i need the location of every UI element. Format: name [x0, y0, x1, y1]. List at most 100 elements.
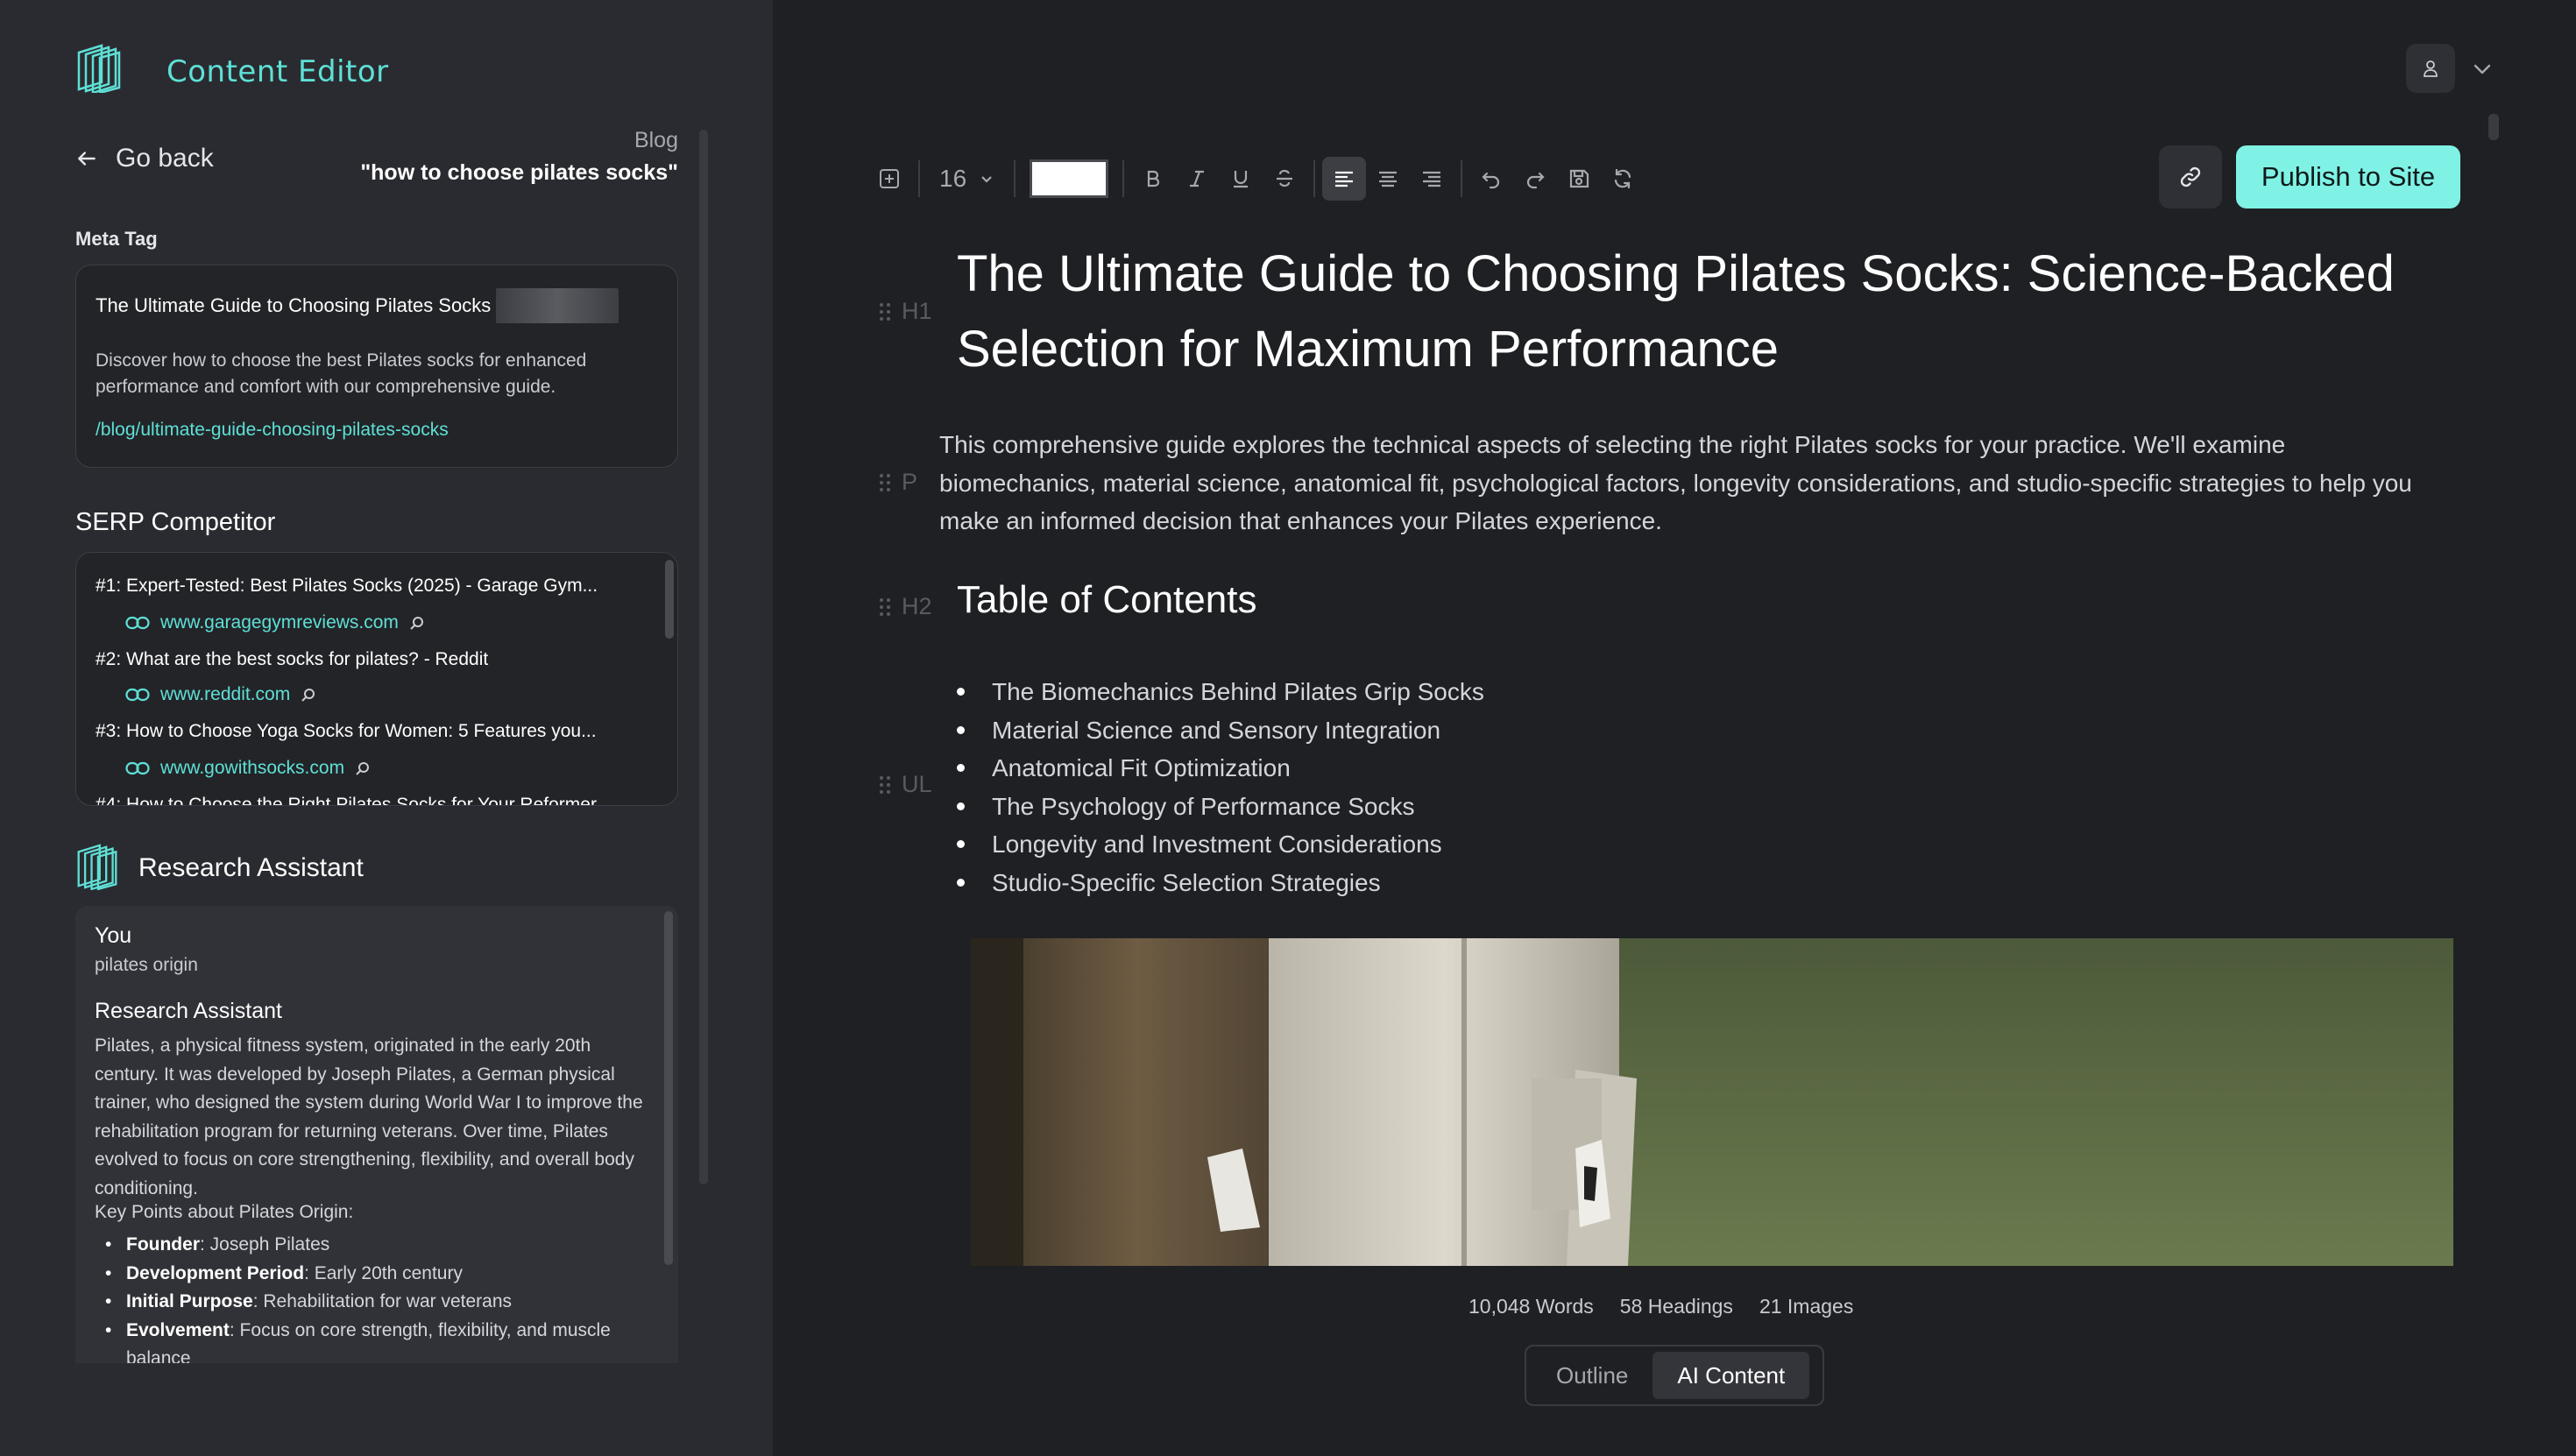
- research-assistant-logo-icon: [77, 844, 117, 890]
- heading-count: 58 Headings: [1619, 1295, 1733, 1318]
- align-right-icon: [1423, 171, 1441, 187]
- list-item[interactable]: Studio-Specific Selection Strategies: [957, 864, 1484, 902]
- list-item[interactable]: The Psychology of Performance Socks: [957, 788, 1484, 826]
- article-image[interactable]: [971, 938, 2453, 1266]
- meta-tag-label: Meta Tag: [75, 228, 158, 250]
- key-point-value: : Joseph Pilates: [200, 1234, 330, 1255]
- serp-item-title[interactable]: #1: Expert-Tested: Best Pilates Socks (2…: [96, 576, 598, 597]
- font-size-select[interactable]: 16: [927, 165, 1007, 193]
- serp-item-title[interactable]: #2: What are the best socks for pilates?…: [96, 649, 488, 670]
- text-color-picker[interactable]: [1030, 159, 1109, 198]
- serp-item-domain: www.gowithsocks.com: [160, 758, 345, 778]
- underline-icon: [1234, 171, 1249, 188]
- toc-heading[interactable]: Table of Contents: [957, 578, 1256, 622]
- serp-item-link[interactable]: www.garagegymreviews.com: [125, 612, 425, 633]
- serp-item-link[interactable]: www.gowithsocks.com: [125, 758, 371, 779]
- word-count: 10,048 Words: [1468, 1295, 1594, 1318]
- block-type-label: UL: [902, 771, 932, 797]
- list-item[interactable]: The Biomechanics Behind Pilates Grip Soc…: [957, 673, 1484, 711]
- view-mode-toggle: Outline AI Content: [1525, 1345, 1824, 1406]
- chat-bot-message: Pilates, a physical fitness system, orig…: [95, 1035, 643, 1198]
- user-avatar-button[interactable]: [2406, 44, 2455, 93]
- document-title[interactable]: The Ultimate Guide to Choosing Pilates S…: [957, 237, 2446, 387]
- search-icon[interactable]: [355, 760, 371, 776]
- insert-block-button[interactable]: [867, 157, 911, 201]
- block-handle-p[interactable]: P: [879, 469, 917, 496]
- add-block-icon: [880, 169, 899, 188]
- bold-icon: [1148, 170, 1160, 187]
- chat-scrollbar[interactable]: [664, 911, 673, 1265]
- list-item: Evolvement: Focus on core strength, flex…: [95, 1317, 655, 1364]
- chat-user-message: pilates origin: [95, 955, 198, 975]
- list-item[interactable]: Material Science and Sensory Integration: [957, 711, 1484, 750]
- sidebar: Content Editor Go back Blog "how to choo…: [0, 0, 773, 1456]
- editor-toolbar: 16: [867, 149, 1645, 209]
- undo-button[interactable]: [1469, 157, 1513, 201]
- copy-link-button[interactable]: [2159, 145, 2222, 209]
- toc-list[interactable]: The Biomechanics Behind Pilates Grip Soc…: [957, 673, 1484, 901]
- strikethrough-button[interactable]: [1263, 157, 1306, 201]
- align-right-button[interactable]: [1410, 157, 1454, 201]
- key-points-title: Key Points about Pilates Origin:: [95, 1202, 354, 1222]
- bold-button[interactable]: [1131, 157, 1175, 201]
- list-item[interactable]: Anatomical Fit Optimization: [957, 749, 1484, 788]
- serp-item-link[interactable]: www.reddit.com: [125, 684, 316, 705]
- tab-ai-content[interactable]: AI Content: [1652, 1352, 1810, 1399]
- key-point-label: Development Period: [126, 1262, 305, 1283]
- search-icon[interactable]: [409, 615, 425, 631]
- search-icon[interactable]: [301, 687, 316, 703]
- serp-competitor-title: SERP Competitor: [75, 508, 276, 536]
- tab-outline[interactable]: Outline: [1532, 1352, 1652, 1399]
- drag-handle-icon: [880, 473, 890, 491]
- meta-description: Discover how to choose the best Pilates …: [96, 350, 587, 397]
- redo-icon: [1527, 172, 1545, 189]
- meta-tag-card[interactable]: The Ultimate Guide to Choosing Pilates S…: [75, 265, 678, 468]
- intro-paragraph[interactable]: This comprehensive guide explores the te…: [939, 426, 2429, 541]
- block-type-label: H2: [902, 593, 932, 619]
- chevron-down-icon: [981, 176, 992, 183]
- chat-bot-name: Research Assistant: [95, 999, 282, 1023]
- key-point-label: Founder: [126, 1234, 200, 1255]
- chevron-down-icon[interactable]: [2473, 63, 2492, 75]
- align-left-button[interactable]: [1322, 157, 1367, 201]
- list-item[interactable]: Longevity and Investment Considerations: [957, 825, 1484, 864]
- block-type-label: H1: [902, 298, 932, 324]
- serp-item-title[interactable]: #3: How to Choose Yoga Socks for Women: …: [96, 721, 597, 742]
- font-size-value: 16: [939, 165, 967, 192]
- italic-button[interactable]: [1175, 157, 1219, 201]
- publish-button[interactable]: Publish to Site: [2236, 145, 2460, 209]
- block-handle-ul[interactable]: UL: [879, 771, 932, 798]
- drag-handle-icon: [880, 597, 890, 616]
- research-assistant-title: Research Assistant: [138, 853, 364, 882]
- redo-button[interactable]: [1513, 157, 1557, 201]
- refresh-button[interactable]: [1601, 157, 1645, 201]
- underline-button[interactable]: [1219, 157, 1263, 201]
- editor-scrollbar[interactable]: [2488, 114, 2499, 140]
- toolbar-divider: [1014, 160, 1016, 197]
- undo-icon: [1482, 172, 1500, 189]
- save-button[interactable]: [1557, 157, 1601, 201]
- post-keyword: "how to choose pilates socks": [360, 160, 678, 185]
- list-item: Founder: Joseph Pilates: [95, 1231, 655, 1260]
- block-type-label: P: [902, 469, 918, 495]
- link-icon: [125, 761, 150, 775]
- key-point-value: : Early 20th century: [304, 1262, 463, 1283]
- block-handle-h2[interactable]: H2: [879, 593, 932, 620]
- serp-scrollbar[interactable]: [665, 560, 674, 639]
- sidebar-scrollbar[interactable]: [699, 130, 708, 1184]
- drag-handle-icon: [880, 775, 890, 794]
- meta-url: /blog/ultimate-guide-choosing-pilates-so…: [96, 420, 449, 440]
- go-back-button[interactable]: Go back: [75, 144, 214, 173]
- go-back-label: Go back: [116, 144, 214, 173]
- serp-item-title[interactable]: #4: How to Choose the Right Pilates Sock…: [96, 795, 611, 805]
- align-center-icon: [1379, 171, 1398, 187]
- toolbar-divider: [1313, 160, 1316, 197]
- serp-item-domain: www.garagegymreviews.com: [160, 612, 399, 633]
- golf-couple-photo: [971, 938, 2453, 1266]
- serp-competitor-list: #1: Expert-Tested: Best Pilates Socks (2…: [75, 552, 678, 806]
- app-logo-icon: [77, 44, 121, 93]
- key-point-label: Initial Purpose: [126, 1291, 253, 1311]
- block-handle-h1[interactable]: H1: [879, 298, 932, 325]
- align-center-button[interactable]: [1366, 157, 1410, 201]
- strikethrough-icon: [1277, 169, 1293, 187]
